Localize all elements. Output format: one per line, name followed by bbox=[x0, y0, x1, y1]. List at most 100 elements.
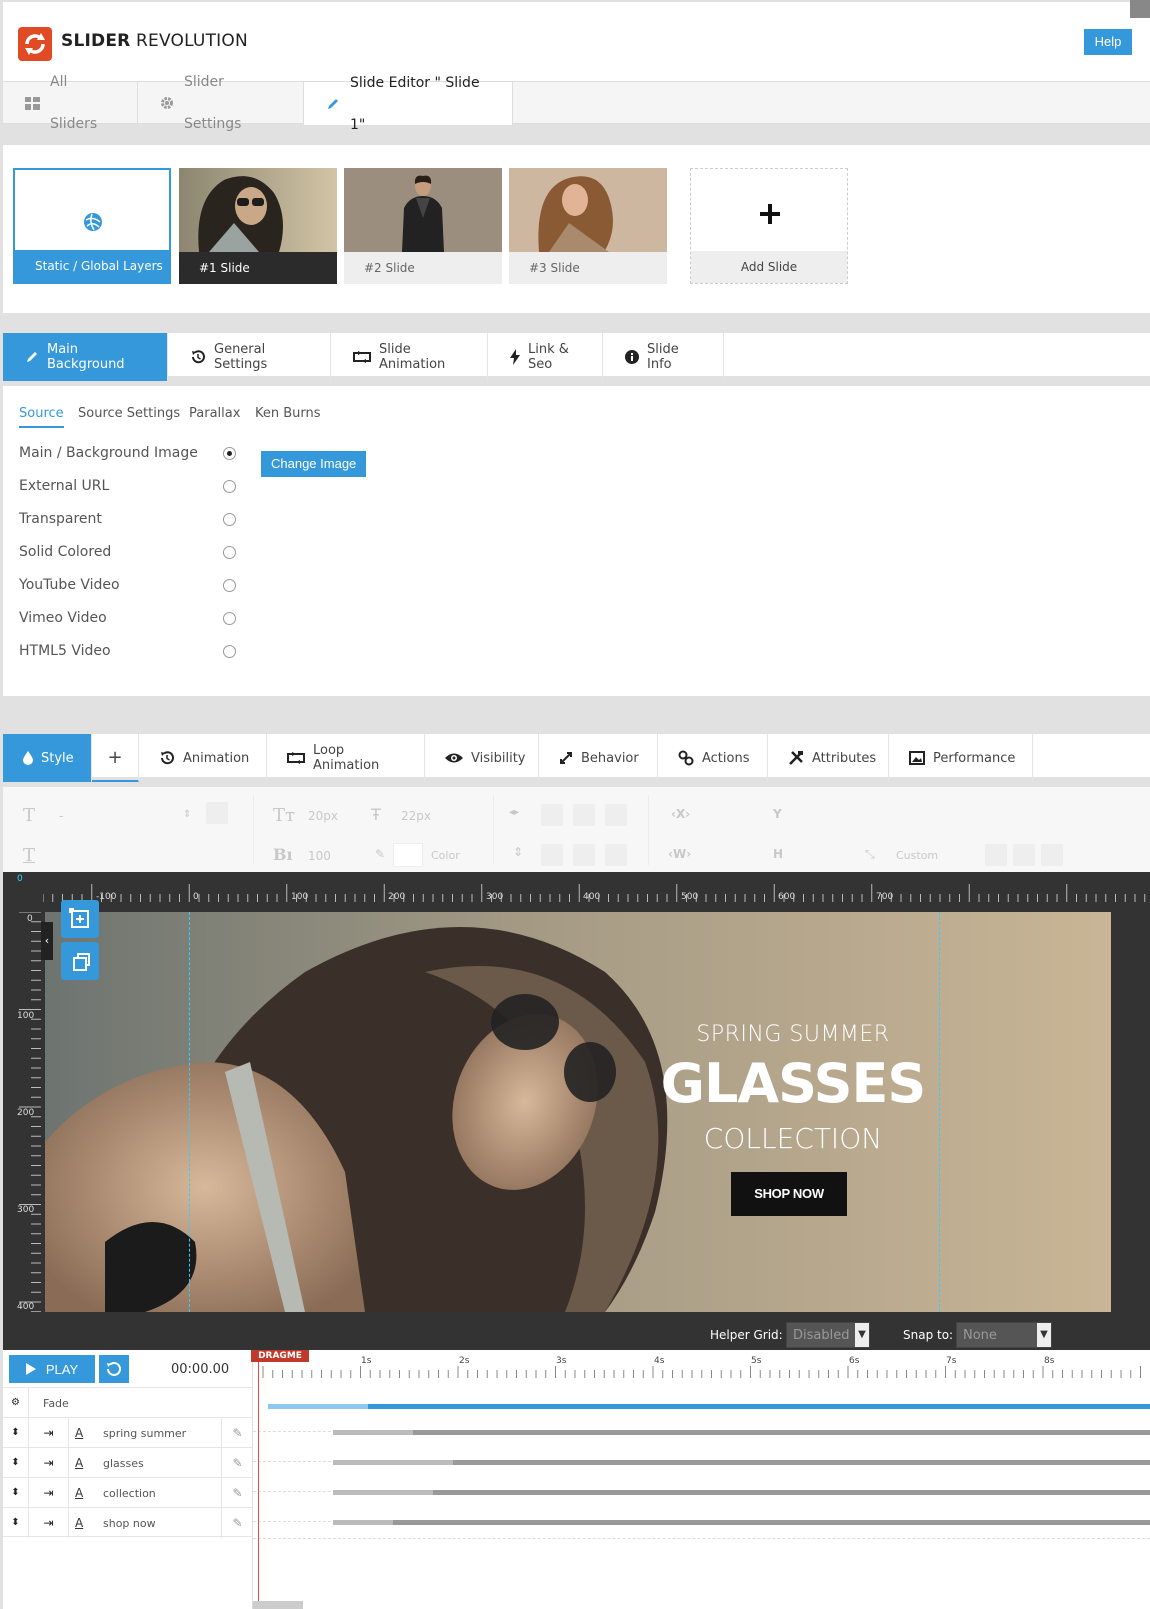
history-icon bbox=[159, 750, 175, 766]
timeline-scrollbar[interactable] bbox=[253, 1601, 303, 1609]
subtab-source-settings[interactable]: Source Settings bbox=[78, 406, 180, 421]
sort-icon[interactable]: ⬍ bbox=[3, 1418, 29, 1448]
timeline-bar-in[interactable] bbox=[333, 1490, 433, 1495]
add-layer-tab[interactable]: + bbox=[92, 734, 139, 782]
play-button[interactable]: PLAY bbox=[9, 1355, 95, 1383]
slide-thumb-label: #1 Slide bbox=[179, 252, 337, 284]
tab-general-settings[interactable]: General Settings bbox=[168, 333, 331, 381]
color-swatch[interactable] bbox=[393, 843, 423, 867]
rewind-button[interactable] bbox=[99, 1355, 129, 1383]
radio-solid-colored[interactable] bbox=[223, 546, 236, 559]
timeline-bar-in[interactable] bbox=[333, 1460, 453, 1465]
save-icon[interactable] bbox=[206, 802, 228, 824]
timeline-bar-background-in[interactable] bbox=[268, 1404, 368, 1409]
timeline-row-background[interactable]: ⚙ Fade bbox=[3, 1387, 253, 1418]
timeline-bar-shop-now[interactable] bbox=[393, 1520, 1150, 1525]
link-proportions-icon[interactable] bbox=[1013, 844, 1035, 866]
line-height-input[interactable]: 22px bbox=[401, 809, 431, 823]
sort-icon[interactable]: ⬍ bbox=[3, 1508, 29, 1538]
toolbar-divider bbox=[648, 795, 649, 865]
duplicate-layer-button[interactable] bbox=[61, 942, 99, 980]
radio-transparent[interactable] bbox=[223, 513, 236, 526]
help-button[interactable]: Help bbox=[1084, 29, 1132, 55]
tab-slider-settings[interactable]: Slider Settings bbox=[138, 74, 304, 132]
slide-thumb-1[interactable]: #1 Slide bbox=[179, 168, 337, 284]
align-end-icon[interactable]: ⇥ bbox=[29, 1448, 69, 1478]
snap-to-select[interactable]: None ▼ bbox=[956, 1322, 1052, 1348]
tab-loop-animation[interactable]: Loop Animation bbox=[267, 734, 425, 782]
radio-vimeo-video[interactable] bbox=[223, 612, 236, 625]
subtab-source[interactable]: Source bbox=[19, 406, 64, 428]
font-size-input[interactable]: 20px bbox=[308, 809, 338, 823]
timeline-row-collection[interactable]: ⬍ ⇥ A collection ✎ bbox=[3, 1477, 253, 1508]
edit-icon[interactable]: ✎ bbox=[221, 1448, 253, 1478]
timeline-bar-in[interactable] bbox=[333, 1520, 393, 1525]
timeline-bar-collection[interactable] bbox=[433, 1490, 1150, 1495]
playhead-line[interactable] bbox=[258, 1362, 259, 1602]
slide-thumb-2[interactable]: #2 Slide bbox=[344, 168, 502, 284]
layer-glasses[interactable]: GLASSES bbox=[623, 1052, 963, 1115]
layer-shop-now-button[interactable]: SHOP NOW bbox=[731, 1172, 847, 1216]
radio-html5-video[interactable] bbox=[223, 645, 236, 658]
slide-thumb-3[interactable]: #3 Slide bbox=[509, 168, 667, 284]
sort-icon[interactable]: ⬍ bbox=[3, 1448, 29, 1478]
corner-search-tab[interactable] bbox=[1130, 0, 1150, 18]
edit-icon[interactable]: ✎ bbox=[221, 1508, 253, 1538]
helper-grid-select[interactable]: Disabled ▼ bbox=[786, 1322, 870, 1348]
align-top-icon[interactable] bbox=[541, 844, 563, 866]
collapse-panel-button[interactable]: ‹ bbox=[41, 922, 53, 960]
change-image-button[interactable]: Change Image bbox=[261, 451, 367, 477]
radio-external-url[interactable] bbox=[223, 480, 236, 493]
tab-slide-animation[interactable]: Slide Animation bbox=[331, 333, 488, 381]
timeline-bar-background[interactable] bbox=[268, 1404, 1150, 1409]
tab-link-seo[interactable]: Link & Seo bbox=[488, 333, 603, 381]
timeline-bar-in[interactable] bbox=[333, 1430, 413, 1435]
tab-all-sliders[interactable]: All Sliders bbox=[3, 74, 138, 132]
tab-label: Behavior bbox=[581, 750, 639, 766]
add-layer-button[interactable] bbox=[61, 900, 99, 938]
tab-behavior[interactable]: Behavior bbox=[539, 734, 658, 782]
tab-main-background[interactable]: Main Background bbox=[3, 333, 168, 381]
subtab-parallax[interactable]: Parallax bbox=[189, 406, 240, 421]
paragraph-icon[interactable] bbox=[985, 844, 1007, 866]
gear-icon: ⚙ bbox=[3, 1388, 29, 1418]
timeline-bar-glasses[interactable] bbox=[453, 1460, 1150, 1465]
timeline-bar-spring-summer[interactable] bbox=[413, 1430, 1150, 1435]
layer-collection[interactable]: COLLECTION bbox=[643, 1122, 943, 1155]
align-right-icon[interactable] bbox=[605, 804, 627, 826]
align-middle-icon[interactable] bbox=[573, 844, 595, 866]
sort-icon[interactable]: ⬍ bbox=[3, 1478, 29, 1508]
tab-performance[interactable]: Performance bbox=[889, 734, 1033, 782]
reset-size-icon[interactable] bbox=[1041, 844, 1063, 866]
align-end-icon[interactable]: ⇥ bbox=[29, 1508, 69, 1538]
playhead-handle[interactable]: DRAGME bbox=[251, 1350, 309, 1362]
layer-font-select[interactable]: - bbox=[59, 809, 63, 823]
edit-icon[interactable]: ✎ bbox=[221, 1418, 253, 1448]
slide-thumb-static[interactable]: Static / Global Layers bbox=[13, 168, 171, 284]
tab-actions[interactable]: Actions bbox=[658, 734, 768, 782]
helper-controls: Helper Grid: Disabled ▼ Snap to: None ▼ bbox=[3, 1320, 1150, 1350]
tab-visibility[interactable]: Visibility bbox=[425, 734, 539, 782]
tab-animation[interactable]: Animation bbox=[139, 734, 267, 782]
edit-icon[interactable]: ✎ bbox=[221, 1478, 253, 1508]
tab-attributes[interactable]: Attributes bbox=[768, 734, 889, 782]
layer-spring-summer[interactable]: SPRING SUMMER bbox=[643, 1022, 943, 1047]
align-end-icon[interactable]: ⇥ bbox=[29, 1478, 69, 1508]
bolt-icon bbox=[510, 349, 520, 365]
tab-slide-info[interactable]: Slide Info bbox=[603, 333, 724, 381]
align-bottom-icon[interactable] bbox=[605, 844, 627, 866]
radio-main-background-image[interactable] bbox=[223, 447, 236, 460]
subtab-ken-burns[interactable]: Ken Burns bbox=[255, 406, 321, 421]
custom-size-select[interactable]: Custom bbox=[896, 849, 938, 862]
add-slide-button[interactable]: Add Slide bbox=[690, 168, 848, 284]
timeline-row-shop-now[interactable]: ⬍ ⇥ A shop now ✎ bbox=[3, 1507, 253, 1538]
align-end-icon[interactable]: ⇥ bbox=[29, 1418, 69, 1448]
font-weight-select[interactable]: 100 bbox=[308, 849, 331, 863]
align-left-icon[interactable] bbox=[541, 804, 563, 826]
tab-slide-editor[interactable]: Slide Editor " Slide 1" bbox=[304, 75, 513, 133]
timeline-row-spring-summer[interactable]: ⬍ ⇥ A spring summer ✎ bbox=[3, 1417, 253, 1448]
tab-style[interactable]: Style bbox=[3, 734, 92, 782]
radio-youtube-video[interactable] bbox=[223, 579, 236, 592]
timeline-row-glasses[interactable]: ⬍ ⇥ A glasses ✎ bbox=[3, 1447, 253, 1478]
align-center-icon[interactable] bbox=[573, 804, 595, 826]
